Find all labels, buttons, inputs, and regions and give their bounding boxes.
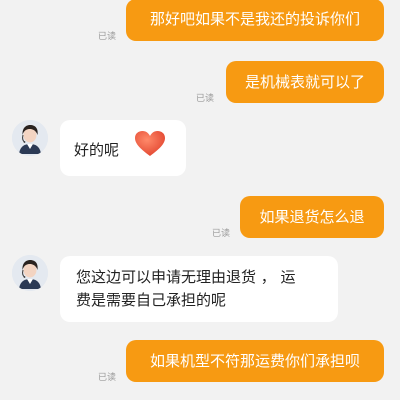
heart-icon xyxy=(134,131,166,165)
message-text: 那好吧如果不是我还的投诉你们 xyxy=(149,10,360,28)
message-text-line: 您这边可以申请无理由退货 ， 运 xyxy=(76,268,296,286)
message-text: 是机械表就可以了 xyxy=(244,73,365,91)
agent-avatar[interactable] xyxy=(12,120,48,156)
read-receipt: 已读 xyxy=(98,32,117,42)
message-text-line: 费是需要自己承担的呢 xyxy=(76,291,227,309)
outgoing-message-bubble[interactable]: 如果机型不符那运费你们承担呗 xyxy=(126,340,384,382)
incoming-message-bubble[interactable]: 您这边可以申请无理由退货 ， 运 费是需要自己承担的呢 xyxy=(60,256,338,322)
incoming-message-bubble[interactable]: 好的呢 xyxy=(60,120,186,176)
message-text: 好的呢 xyxy=(74,141,120,159)
message-text: 如果退货怎么退 xyxy=(259,208,365,226)
read-receipt: 已读 xyxy=(98,373,117,383)
outgoing-message-bubble[interactable]: 那好吧如果不是我还的投诉你们 xyxy=(126,0,384,41)
agent-avatar-image xyxy=(12,255,48,291)
outgoing-message-bubble[interactable]: 是机械表就可以了 xyxy=(226,61,384,103)
agent-avatar-image xyxy=(12,120,48,156)
read-receipt: 已读 xyxy=(196,94,215,104)
outgoing-message-bubble[interactable]: 如果退货怎么退 xyxy=(240,196,384,238)
agent-avatar[interactable] xyxy=(12,255,48,291)
chat-thread[interactable]: 那好吧如果不是我还的投诉你们 已读 是机械表就可以了 已读 好的呢 如果退货怎么… xyxy=(0,0,400,400)
read-receipt: 已读 xyxy=(212,229,231,239)
message-text: 如果机型不符那运费你们承担呗 xyxy=(149,352,360,370)
